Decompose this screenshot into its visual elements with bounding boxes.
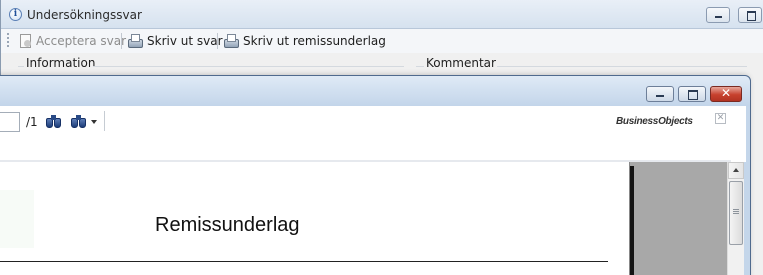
accept-answer-label: Acceptera svar bbox=[36, 34, 127, 48]
restore-button[interactable] bbox=[738, 7, 762, 23]
report-canvas: Remissunderlag bbox=[0, 162, 727, 275]
print-referral-label: Skriv ut remissunderlag bbox=[243, 34, 386, 48]
viewer-toolbar: /1 BusinessObjects ✕ bbox=[0, 106, 746, 162]
vertical-scrollbar[interactable] bbox=[727, 162, 744, 275]
comment-group-border bbox=[497, 66, 747, 67]
scroll-up-button[interactable] bbox=[728, 162, 744, 179]
maximize-button[interactable] bbox=[678, 86, 706, 102]
close-icon[interactable]: ✕ bbox=[715, 113, 726, 124]
toolbar-separator bbox=[121, 33, 122, 49]
info-icon: i bbox=[9, 8, 22, 21]
minimize-button[interactable] bbox=[706, 7, 730, 23]
accept-answer-button[interactable]: Acceptera svar bbox=[18, 32, 126, 50]
information-group-label: Information bbox=[26, 56, 96, 70]
printer-icon bbox=[223, 34, 239, 48]
comment-group-border bbox=[416, 66, 424, 67]
binoculars-icon[interactable] bbox=[45, 114, 63, 130]
report-viewer-window: ✕ /1 BusinessObjects ✕ Remissunderlag bbox=[0, 75, 751, 275]
chevron-down-icon[interactable] bbox=[91, 120, 97, 124]
page-number-input[interactable] bbox=[0, 112, 20, 132]
report-title-rule bbox=[0, 261, 608, 262]
window-title: Undersökningssvar bbox=[27, 8, 142, 22]
information-group-border bbox=[18, 66, 24, 67]
report-title: Remissunderlag bbox=[155, 214, 300, 236]
toolbar-separator bbox=[104, 111, 105, 131]
close-icon: ✕ bbox=[720, 86, 732, 100]
report-page: Remissunderlag bbox=[0, 162, 630, 275]
print-answer-button[interactable]: Skriv ut svar bbox=[127, 32, 223, 50]
page-total: /1 bbox=[26, 115, 38, 129]
survey-toolbar: Acceptera svar Skriv ut svar Skriv ut re… bbox=[1, 29, 763, 53]
report-viewer-title-bar[interactable]: ✕ bbox=[0, 76, 750, 106]
survey-answer-title-bar[interactable]: i Undersökningssvar bbox=[1, 0, 763, 29]
print-answer-label: Skriv ut svar bbox=[147, 34, 223, 48]
page-margin-area bbox=[0, 190, 34, 248]
toolbar-separator bbox=[217, 33, 218, 49]
close-button[interactable]: ✕ bbox=[710, 86, 742, 102]
businessobjects-logo: BusinessObjects bbox=[616, 116, 693, 127]
binoculars-plus-icon[interactable] bbox=[70, 114, 88, 130]
information-group-border bbox=[93, 66, 404, 67]
comment-group-label: Kommentar bbox=[426, 56, 496, 70]
scroll-thumb[interactable] bbox=[729, 181, 743, 245]
group-headers: Information Kommentar bbox=[1, 53, 763, 75]
print-referral-button[interactable]: Skriv ut remissunderlag bbox=[223, 32, 386, 50]
accept-doc-icon bbox=[18, 34, 32, 48]
minimize-button[interactable] bbox=[646, 86, 674, 102]
toolbar-grip[interactable] bbox=[7, 33, 9, 49]
printer-icon bbox=[127, 34, 143, 48]
